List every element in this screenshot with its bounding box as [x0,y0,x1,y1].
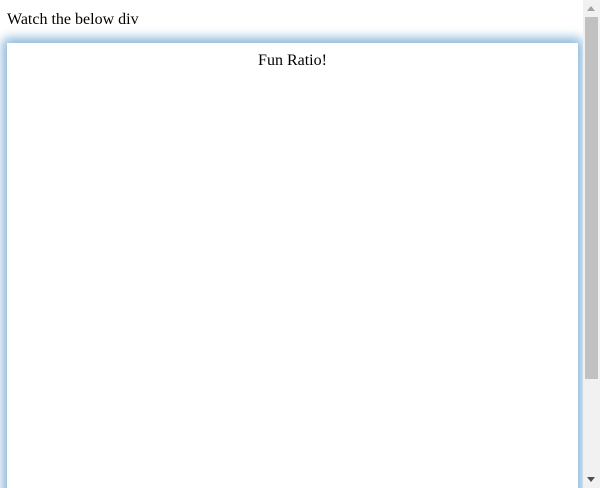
scroll-thumb[interactable] [585,17,598,379]
vertical-scrollbar[interactable] [583,0,600,488]
scroll-up-icon [587,6,595,11]
scroll-down-icon [587,477,595,482]
scroll-up-button[interactable] [583,0,600,17]
fun-ratio-box: Fun Ratio! [7,43,578,488]
page-viewport: Watch the below div Fun Ratio! [0,0,583,488]
intro-text: Watch the below div [7,11,139,28]
scroll-down-button[interactable] [583,471,600,488]
fun-ratio-title: Fun Ratio! [258,52,327,69]
